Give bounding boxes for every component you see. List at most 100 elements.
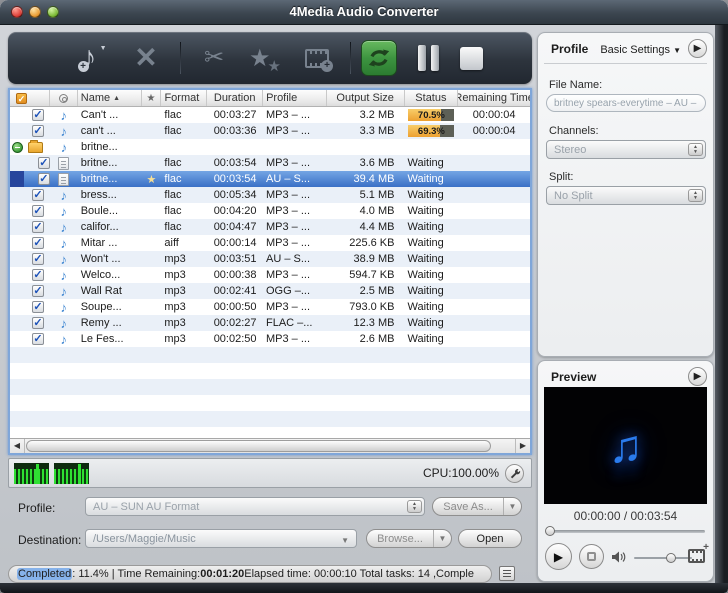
row-format: flac xyxy=(161,155,207,171)
collapse-icon[interactable] xyxy=(12,142,23,153)
row-output-size: 12.3 MB xyxy=(327,315,405,331)
browse-dropdown-icon[interactable]: ▼ xyxy=(433,530,451,547)
header-remaining-time[interactable]: Remaining Time xyxy=(458,90,530,106)
row-status: Waiting xyxy=(404,331,458,347)
profile-select[interactable]: AU – SUN AU Format ▲▼ xyxy=(85,497,425,516)
file-row[interactable]: ✓♪can't ...flac00:03:36MP3 – ...3.3 MB69… xyxy=(10,123,530,139)
seek-slider[interactable] xyxy=(546,530,705,533)
playlist-item-icon xyxy=(58,173,69,186)
file-row[interactable]: ✓britne...★flac00:03:54AU – S...39.4 MBW… xyxy=(10,171,530,187)
log-button[interactable] xyxy=(499,566,515,581)
file-row[interactable]: ✓♪Welco...mp300:00:38MP3 – ...594.7 KBWa… xyxy=(10,267,530,283)
header-type[interactable] xyxy=(50,90,78,106)
row-duration: 00:04:20 xyxy=(207,203,263,219)
effect-button[interactable]: ★★ xyxy=(242,40,286,76)
window-body: ♪+▼ ✕ ✂ ★★ + xyxy=(0,25,728,583)
row-checkbox[interactable]: ✓ xyxy=(32,317,44,329)
header-select[interactable]: ✓ xyxy=(10,90,50,106)
wrench-icon xyxy=(509,468,521,480)
row-checkbox[interactable]: ✓ xyxy=(32,333,44,345)
profile-panel: Profile Basic Settings ▼ ▶ File Name: br… xyxy=(537,32,714,357)
row-checkbox[interactable]: ✓ xyxy=(32,269,44,281)
file-row[interactable]: ✓♪Le Fes...mp300:02:50MP3 – ...2.6 MBWai… xyxy=(10,331,530,347)
row-checkbox[interactable]: ✓ xyxy=(38,173,50,185)
row-duration: 00:03:36 xyxy=(207,123,263,139)
file-row[interactable]: ✓♪bress...flac00:05:34MP3 – ...5.1 MBWai… xyxy=(10,187,530,203)
seek-thumb[interactable] xyxy=(545,526,555,536)
empty-row xyxy=(10,411,530,427)
row-checkbox[interactable]: ✓ xyxy=(32,221,44,233)
music-note-icon: ♪ xyxy=(61,189,68,202)
sort-arrow-icon: ▲ xyxy=(113,95,120,102)
row-duration: 00:03:27 xyxy=(207,107,263,123)
music-note-icon: ♪ xyxy=(61,125,68,138)
row-output-size: 2.6 MB xyxy=(327,331,405,347)
stop-button[interactable] xyxy=(454,44,488,72)
file-row[interactable]: ✓♪Can't ...flac00:03:27MP3 – ...3.2 MB70… xyxy=(10,107,530,123)
row-remaining-time xyxy=(458,171,530,187)
file-row[interactable]: ✓♪Wall Ratmp300:02:41OGG –...2.5 MBWaiti… xyxy=(10,283,530,299)
music-note-icon: ♪ xyxy=(61,109,68,122)
scroll-right-arrow[interactable]: ▶ xyxy=(515,439,530,453)
play-button[interactable]: ▶ xyxy=(545,543,572,570)
save-as-button[interactable]: Save As... ▼ xyxy=(432,497,522,516)
settings-button[interactable] xyxy=(505,464,524,483)
delete-button[interactable]: ✕ xyxy=(123,40,169,76)
open-button[interactable]: Open xyxy=(458,529,522,548)
clip-button[interactable]: ✂ xyxy=(191,40,237,76)
horizontal-scrollbar[interactable]: ◀ ▶ xyxy=(10,438,530,453)
split-select[interactable]: No Split ▲▼ xyxy=(546,186,706,205)
row-checkbox[interactable]: ✓ xyxy=(32,189,44,201)
header-status[interactable]: Status xyxy=(405,90,459,106)
preset-dropdown[interactable]: Basic Settings ▼ xyxy=(600,44,681,56)
header-duration[interactable]: Duration xyxy=(207,90,263,106)
row-checkbox[interactable]: ✓ xyxy=(32,125,44,137)
row-duration: 00:00:14 xyxy=(207,235,263,251)
channels-select[interactable]: Stereo ▲▼ xyxy=(546,140,706,159)
row-checkbox[interactable]: ✓ xyxy=(32,237,44,249)
browse-button[interactable]: Browse... ▼ xyxy=(366,529,452,548)
preview-panel-expand-button[interactable]: ▶ xyxy=(688,367,707,386)
row-checkbox[interactable]: ✓ xyxy=(32,301,44,313)
add-video-button[interactable]: + xyxy=(294,40,340,76)
row-remaining-time xyxy=(458,251,530,267)
header-format[interactable]: Format xyxy=(161,90,207,106)
file-row[interactable]: ✓♪califor...flac00:04:47MP3 – ...4.4 MBW… xyxy=(10,219,530,235)
destination-combo[interactable]: /Users/Maggie/Music ▼ xyxy=(85,529,357,548)
file-name-field[interactable]: britney spears-everytime – AU – xyxy=(546,94,706,112)
scroll-left-arrow[interactable]: ◀ xyxy=(10,439,25,453)
header-star[interactable]: ★ xyxy=(142,90,162,106)
pause-button[interactable] xyxy=(410,42,446,74)
profile-panel-expand-button[interactable]: ▶ xyxy=(688,39,707,58)
snapshot-icon[interactable] xyxy=(688,549,705,563)
row-profile: MP3 – ... xyxy=(263,123,327,139)
scrollbar-thumb[interactable] xyxy=(26,440,491,452)
convert-button[interactable] xyxy=(361,40,397,76)
row-duration: 00:04:47 xyxy=(207,219,263,235)
header-profile[interactable]: Profile xyxy=(263,90,327,106)
file-row[interactable]: ✓♪Boule...flac00:04:20MP3 – ...4.0 MBWai… xyxy=(10,203,530,219)
save-as-dropdown-icon[interactable]: ▼ xyxy=(503,498,521,515)
file-row[interactable]: ✓britne...flac00:03:54MP3 – ...3.6 MBWai… xyxy=(10,155,530,171)
file-row[interactable]: ✓♪Soupe...mp300:00:50MP3 – ...793.0 KBWa… xyxy=(10,299,530,315)
row-checkbox[interactable]: ✓ xyxy=(38,157,50,169)
title-bar[interactable]: 4Media Audio Converter xyxy=(0,0,728,25)
file-row[interactable]: ✓♪Won't ...mp300:03:51AU – S...38.9 MBWa… xyxy=(10,251,530,267)
file-row[interactable]: ✓♪Mitar ...aiff00:00:14MP3 – ...225.6 KB… xyxy=(10,235,530,251)
volume-slider[interactable] xyxy=(634,557,692,559)
preview-time: 00:00:00 / 00:03:54 xyxy=(538,509,713,523)
row-checkbox[interactable]: ✓ xyxy=(32,285,44,297)
row-remaining-time xyxy=(458,219,530,235)
header-output-size[interactable]: Output Size xyxy=(327,90,405,106)
row-duration: 00:00:50 xyxy=(207,299,263,315)
preview-stop-button[interactable] xyxy=(579,544,604,569)
volume-thumb[interactable] xyxy=(666,553,676,563)
add-file-button[interactable]: ♪+▼ xyxy=(63,40,115,76)
row-checkbox[interactable]: ✓ xyxy=(32,205,44,217)
row-checkbox[interactable]: ✓ xyxy=(32,253,44,265)
row-checkbox[interactable]: ✓ xyxy=(32,109,44,121)
header-name[interactable]: Name▲ xyxy=(78,90,142,106)
row-remaining-time xyxy=(458,235,530,251)
file-row[interactable]: ✓♪Remy ...mp300:02:27FLAC –...12.3 MBWai… xyxy=(10,315,530,331)
group-row[interactable]: ♪britne... xyxy=(10,139,530,155)
